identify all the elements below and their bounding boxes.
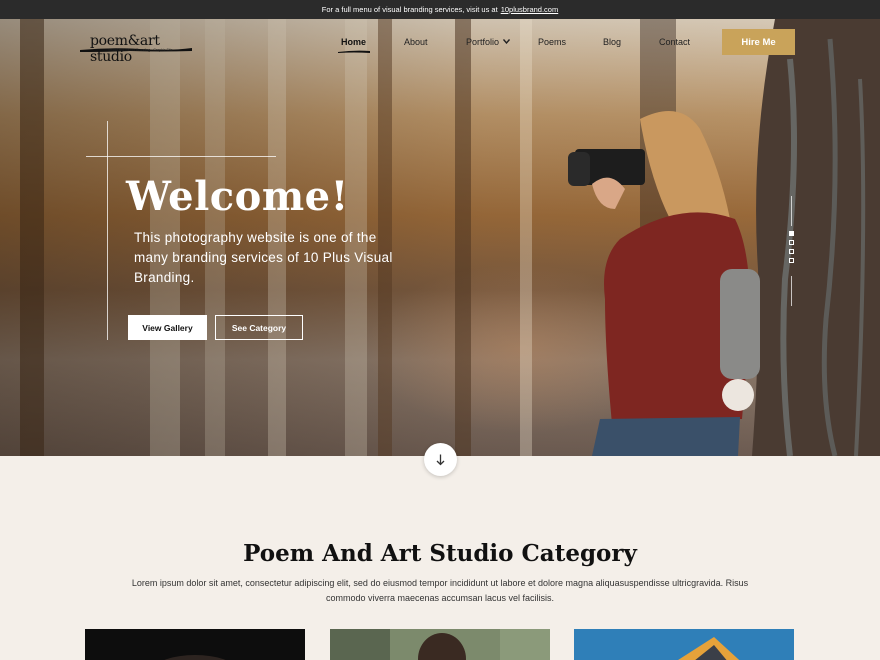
site-header: poem&art studio Visual and Studio Brandi… — [0, 19, 880, 67]
view-gallery-button[interactable]: View Gallery — [128, 315, 207, 340]
hero-description: This photography website is one of the m… — [134, 230, 393, 285]
card-image — [330, 629, 550, 660]
photographer-jeans — [592, 417, 740, 456]
announcement-bar: For a full menu of visual branding servi… — [0, 0, 880, 19]
announcement-link[interactable]: 10plusbrand.com — [501, 5, 559, 14]
nav-active-underline — [338, 50, 370, 53]
card-image — [164, 655, 226, 660]
category-card[interactable] — [330, 629, 550, 660]
hire-me-button[interactable]: Hire Me — [722, 29, 795, 55]
backpack — [720, 269, 760, 379]
card-image — [678, 637, 740, 660]
see-category-button[interactable]: See Category — [215, 315, 303, 340]
announcement-text: For a full menu of visual branding servi… — [321, 5, 498, 14]
nav-contact[interactable]: Contact — [659, 37, 690, 47]
slide-dot-2[interactable] — [789, 240, 794, 245]
hero-title: Welcome! — [126, 173, 349, 220]
arrow-down-icon — [436, 454, 445, 465]
slide-dot-3[interactable] — [789, 249, 794, 254]
nav-about[interactable]: About — [404, 37, 428, 47]
category-section-title: Poem And Art Studio Category — [243, 540, 637, 567]
nav-portfolio[interactable]: Portfolio — [466, 37, 499, 47]
category-section-description: Lorem ipsum dolor sit amet, consectetur … — [131, 578, 749, 603]
nav-home[interactable]: Home — [341, 37, 366, 47]
scroll-down-button[interactable] — [424, 443, 457, 476]
slider-indicator-line — [791, 196, 792, 226]
site-logo[interactable]: poem&art studio Visual and Studio Brandi… — [80, 33, 192, 65]
logo-tagline: Visual and Studio Branding · Graphic Sit… — [108, 48, 173, 52]
chevron-down-icon[interactable] — [503, 39, 510, 44]
nav-blog[interactable]: Blog — [603, 37, 621, 47]
slide-dot-4[interactable] — [789, 258, 794, 263]
nav-poems[interactable]: Poems — [538, 37, 566, 47]
category-card[interactable] — [574, 629, 794, 660]
photographer-image — [568, 19, 880, 456]
slider-indicator-line — [791, 276, 792, 306]
backpack-pompom — [722, 379, 754, 411]
camera-lens — [568, 152, 590, 186]
slide-dot-1[interactable] — [789, 231, 794, 236]
hero-frame-horizontal-line — [86, 156, 276, 157]
hero-frame-vertical-line — [107, 121, 108, 340]
category-card[interactable] — [85, 629, 305, 660]
hero-banner — [0, 19, 880, 456]
